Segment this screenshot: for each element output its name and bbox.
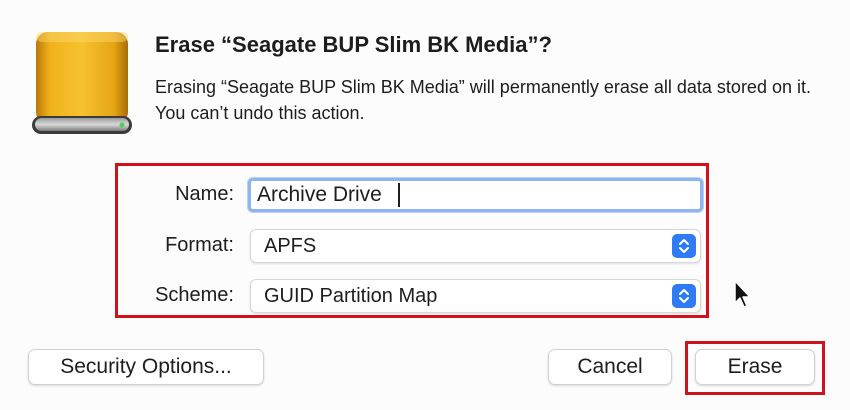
erase-dialog: Erase “Seagate BUP Slim BK Media”? Erasi… <box>0 0 850 410</box>
text-caret <box>398 183 400 207</box>
scheme-label: Scheme: <box>155 284 234 306</box>
format-label: Format: <box>165 234 234 256</box>
format-select[interactable]: APFS <box>250 229 701 263</box>
dialog-message: Erasing “Seagate BUP Slim BK Media” will… <box>155 77 811 123</box>
format-select-value: APFS <box>264 235 317 257</box>
up-down-chevron-icon[interactable] <box>672 234 696 258</box>
security-options-button[interactable]: Security Options... <box>28 349 264 385</box>
erase-highlight-box <box>685 341 825 395</box>
mouse-pointer-icon <box>733 279 755 311</box>
dialog-title: Erase “Seagate BUP Slim BK Media”? <box>155 32 552 57</box>
external-drive-icon <box>30 30 134 138</box>
scheme-select-value: GUID Partition Map <box>264 285 438 307</box>
name-label: Name: <box>175 183 234 205</box>
scheme-select[interactable]: GUID Partition Map <box>250 279 701 313</box>
name-field[interactable] <box>248 178 703 212</box>
cancel-button[interactable]: Cancel <box>548 349 672 385</box>
up-down-chevron-icon[interactable] <box>672 284 696 308</box>
